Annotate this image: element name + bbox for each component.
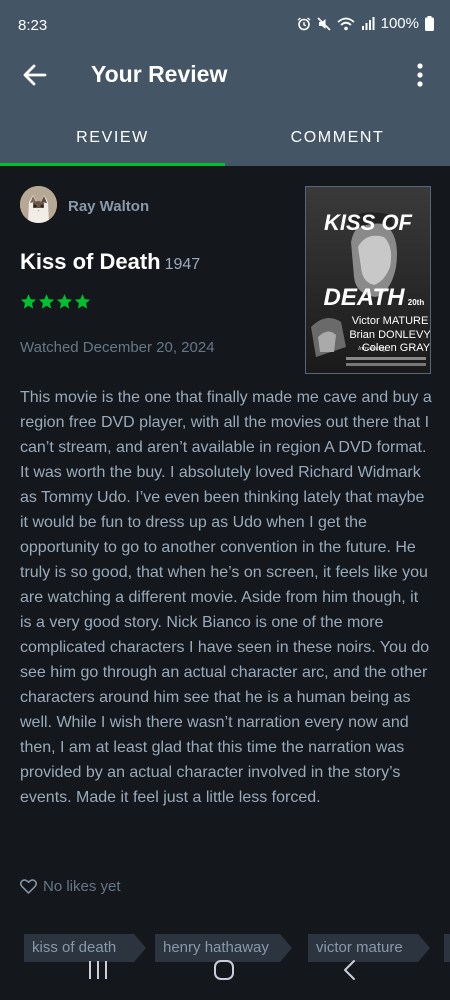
status-bar: 8:23 100% [0, 0, 450, 50]
poster-cast-1: Victor MATURE [352, 315, 429, 327]
app-header: 8:23 100% Your Review REVIEW COMMENT [0, 0, 450, 166]
star-icon [38, 294, 55, 309]
mute-icon [317, 16, 331, 31]
poster-title-bottom: DEATH [324, 284, 406, 311]
arrow-left-icon[interactable] [20, 60, 50, 90]
battery-percent: 100% [380, 15, 419, 32]
more-vertical-icon[interactable] [410, 60, 430, 90]
star-icon [20, 294, 37, 309]
battery-icon [425, 16, 434, 31]
active-tab-indicator [0, 163, 225, 166]
reviewer-name[interactable]: Ray Walton [68, 198, 149, 215]
poster-title-top: KISS OF [324, 210, 413, 235]
system-nav-bar [0, 950, 450, 1000]
star-rating [20, 293, 91, 310]
tab-review[interactable]: REVIEW [0, 112, 225, 166]
poster-cast-2: Brian DONLEVY [349, 329, 430, 341]
signal-icon [361, 16, 375, 30]
tab-comment[interactable]: COMMENT [225, 112, 450, 166]
like-button[interactable]: No likes yet [20, 878, 121, 895]
watched-date: Watched December 20, 2024 [20, 339, 215, 356]
recent-apps-icon[interactable] [86, 960, 110, 980]
likes-count: No likes yet [43, 878, 121, 895]
poster-cast-3: Coleen GRAY [362, 342, 430, 354]
back-chevron-icon[interactable] [340, 959, 360, 981]
status-time: 8:23 [18, 17, 48, 34]
app-bar: Your Review [0, 50, 450, 100]
star-icon [56, 294, 73, 309]
movie-poster[interactable]: KISS OF DEATH 20th Victor MATURE Brian D… [305, 186, 431, 374]
cat-avatar-icon [20, 186, 57, 223]
star-icon [74, 294, 91, 309]
alarm-icon [297, 16, 311, 30]
page-title: Your Review [91, 61, 228, 87]
tab-bar: REVIEW COMMENT [0, 112, 450, 166]
avatar[interactable] [20, 186, 57, 223]
status-icons: 100% [297, 15, 434, 32]
heart-outline-icon [20, 879, 37, 894]
movie-year[interactable]: 1947 [165, 256, 201, 273]
movie-title[interactable]: Kiss of Death [20, 249, 161, 274]
review-text: This movie is the one that finally made … [20, 389, 432, 806]
movie-title-row[interactable]: Kiss of Death 1947 [20, 249, 200, 275]
poster-studio: 20th [408, 298, 425, 307]
wifi-icon [337, 17, 355, 30]
home-icon[interactable] [213, 959, 235, 981]
